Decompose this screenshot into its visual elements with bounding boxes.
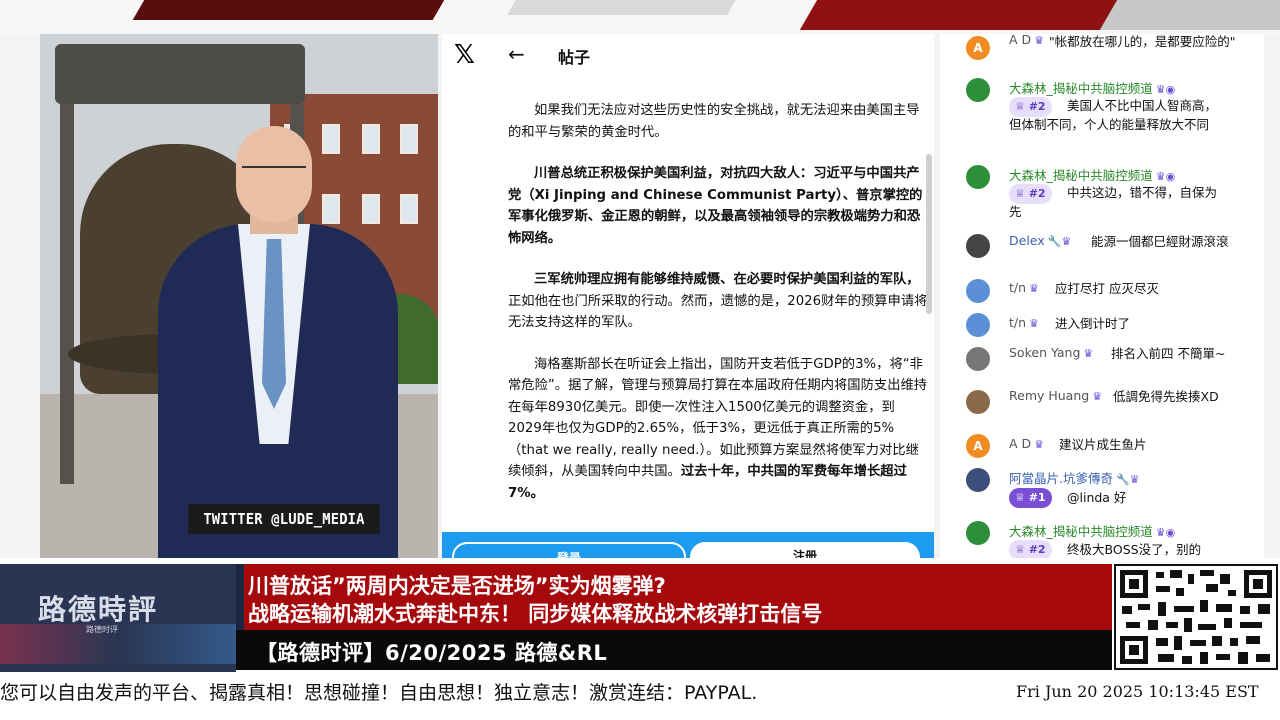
rank-chip: ♕ #2	[1009, 540, 1052, 558]
chat-username: A D ♛	[1009, 436, 1045, 451]
x-logo-icon[interactable]: 𝕏	[454, 42, 475, 68]
channel-avatar	[966, 521, 990, 545]
qr-code-icon[interactable]	[1114, 564, 1278, 670]
episode-subtitle: 【路德时评】6/20/2025 路德&RL	[256, 641, 608, 665]
presenter-glasses	[242, 166, 306, 180]
avatar	[966, 468, 990, 492]
chat-message-text: 应打尽打 应灭尽灭	[1055, 281, 1159, 296]
chat-username: 大森林_揭秘中共脑控频道 ♛◉	[1009, 81, 1176, 96]
chat-message-text: 中共这边，错不得，自保为先	[1009, 185, 1218, 219]
chat-username: t/n ♛	[1009, 280, 1039, 295]
post-paragraph: 三军统帅理应拥有能够维持威慑、在必要时保护美国利益的军队，正如他在也门所采取的行…	[508, 272, 928, 330]
ticker-text: 您可以自由发声的平台、揭露真相！思想碰撞！自由思想！独立意志！激赏连结：PAYP…	[0, 682, 758, 704]
chat-message-text: "帐都放在哪儿的，是都要应险的"	[1049, 34, 1236, 49]
chat-username: t/n ♛	[1009, 315, 1039, 330]
top-decoration	[0, 0, 1280, 34]
chat-message-text: 低調免得先挨揍XD	[1113, 389, 1219, 404]
chat-message-text: @linda 好	[1067, 490, 1127, 505]
login-button[interactable]: 登录	[452, 542, 686, 558]
signup-button[interactable]: 注册	[690, 542, 920, 558]
live-chat-panel: A "帐都放在哪儿的，是都要应险的" A D ♛ 大森林_揭秘中共脑控频道 ♛◉ ♕…	[940, 34, 1264, 558]
post-paragraph: 海格塞斯部长在听证会上指出，国防开支若低于GDP的3%，将“非常危险”。据了解，…	[508, 356, 928, 501]
twitter-handle-tag: TWITTER @LUDE_MEDIA	[188, 504, 380, 534]
x-post-panel: 𝕏 ← 帖子 如果我们无法应对这些历史性的安全挑战，就无法迎来由美国主导的和平与…	[442, 34, 934, 558]
chat-username: 大森林_揭秘中共脑控频道 ♛◉	[1009, 524, 1176, 539]
show-logo: 路德時評 路德时评	[0, 564, 236, 672]
avatar: A	[966, 434, 990, 458]
chat-message-text: 进入倒计时了	[1055, 316, 1131, 331]
avatar	[966, 279, 990, 303]
avatar	[966, 390, 990, 414]
post-header: 𝕏 ← 帖子	[442, 34, 934, 76]
post-scrollbar[interactable]	[926, 154, 932, 314]
rank-chip: ♕ #1	[1009, 488, 1052, 508]
member-badge-icon: ♛◉	[1155, 526, 1176, 539]
chat-message-text: 能源一個都巳經財源滾滾	[1091, 234, 1229, 249]
arrow-left-icon[interactable]: ←	[508, 42, 525, 66]
chat-message-text: 美国人不比中国人智商高，但体制不同，个人的能量释放大不同	[1009, 98, 1218, 132]
chat-message-text: 终极大BOSS没了，别的	[1067, 542, 1202, 557]
member-badge-icon: ♛◉	[1155, 170, 1176, 183]
lower-third: 路德時評 路德时评 川普放话”两周内决定是否进场”实为烟雾弹? 战略运输机潮水式…	[0, 558, 1280, 720]
member-badge-icon: ♛◉	[1155, 83, 1176, 96]
bell-frame-leg	[60, 104, 74, 484]
avatar	[966, 347, 990, 371]
stream-frame: { "camera": {"twitter_tag": "TWITTER @LU…	[0, 0, 1280, 720]
headline-banner: 川普放话”两周内决定是否进场”实为烟雾弹? 战略运输机潮水式奔赴中东！ 同步媒体…	[236, 564, 1112, 630]
headline-line-1: 川普放话”两周内决定是否进场”实为烟雾弹?	[248, 574, 666, 598]
ticker-bar: 您可以自由发声的平台、揭露真相！思想碰撞！自由思想！独立意志！激赏连结：PAYP…	[0, 674, 1280, 708]
wrench-icon: 🔧♛	[1115, 473, 1140, 486]
post-title: 帖子	[558, 48, 591, 67]
clock: Fri Jun 20 2025 10:13:45 EST	[1016, 682, 1259, 701]
headline-line-2: 战略运输机潮水式奔赴中东！ 同步媒体释放战术核弹打击信号	[248, 602, 823, 626]
channel-avatar	[966, 165, 990, 189]
chat-username: 大森林_揭秘中共脑控频道 ♛◉	[1009, 168, 1176, 183]
post-body: 如果我们无法应对这些历史性的安全挑战，就无法迎来由美国主导的和平与繁荣的黄金时代…	[508, 100, 928, 558]
chat-username: 阿當晶片.坑爹傳奇 🔧♛	[1009, 471, 1140, 486]
bell-yoke	[55, 44, 305, 104]
episode-subtitle-bar: 【路德时评】6/20/2025 路德&RL	[236, 630, 1112, 670]
moderator-icon: ♛	[1034, 34, 1045, 47]
avatar	[966, 313, 990, 337]
chat-username: A D ♛	[1009, 34, 1045, 47]
camera-feed	[40, 34, 438, 558]
post-paragraph: 如果我们无法应对这些历史性的安全挑战，就无法迎来由美国主导的和平与繁荣的黄金时代…	[508, 103, 920, 140]
post-paragraph: 川普总统正积极保护美国利益，对抗四大敌人：习近平与中国共产党（Xi Jinpin…	[508, 166, 923, 246]
avatar: A	[966, 36, 990, 60]
channel-avatar	[966, 78, 990, 102]
avatar	[966, 234, 990, 258]
chat-message-text: 排名入前四 不簡單~	[1111, 346, 1226, 361]
chat-message-text: 建议片成生鱼片	[1059, 437, 1147, 452]
